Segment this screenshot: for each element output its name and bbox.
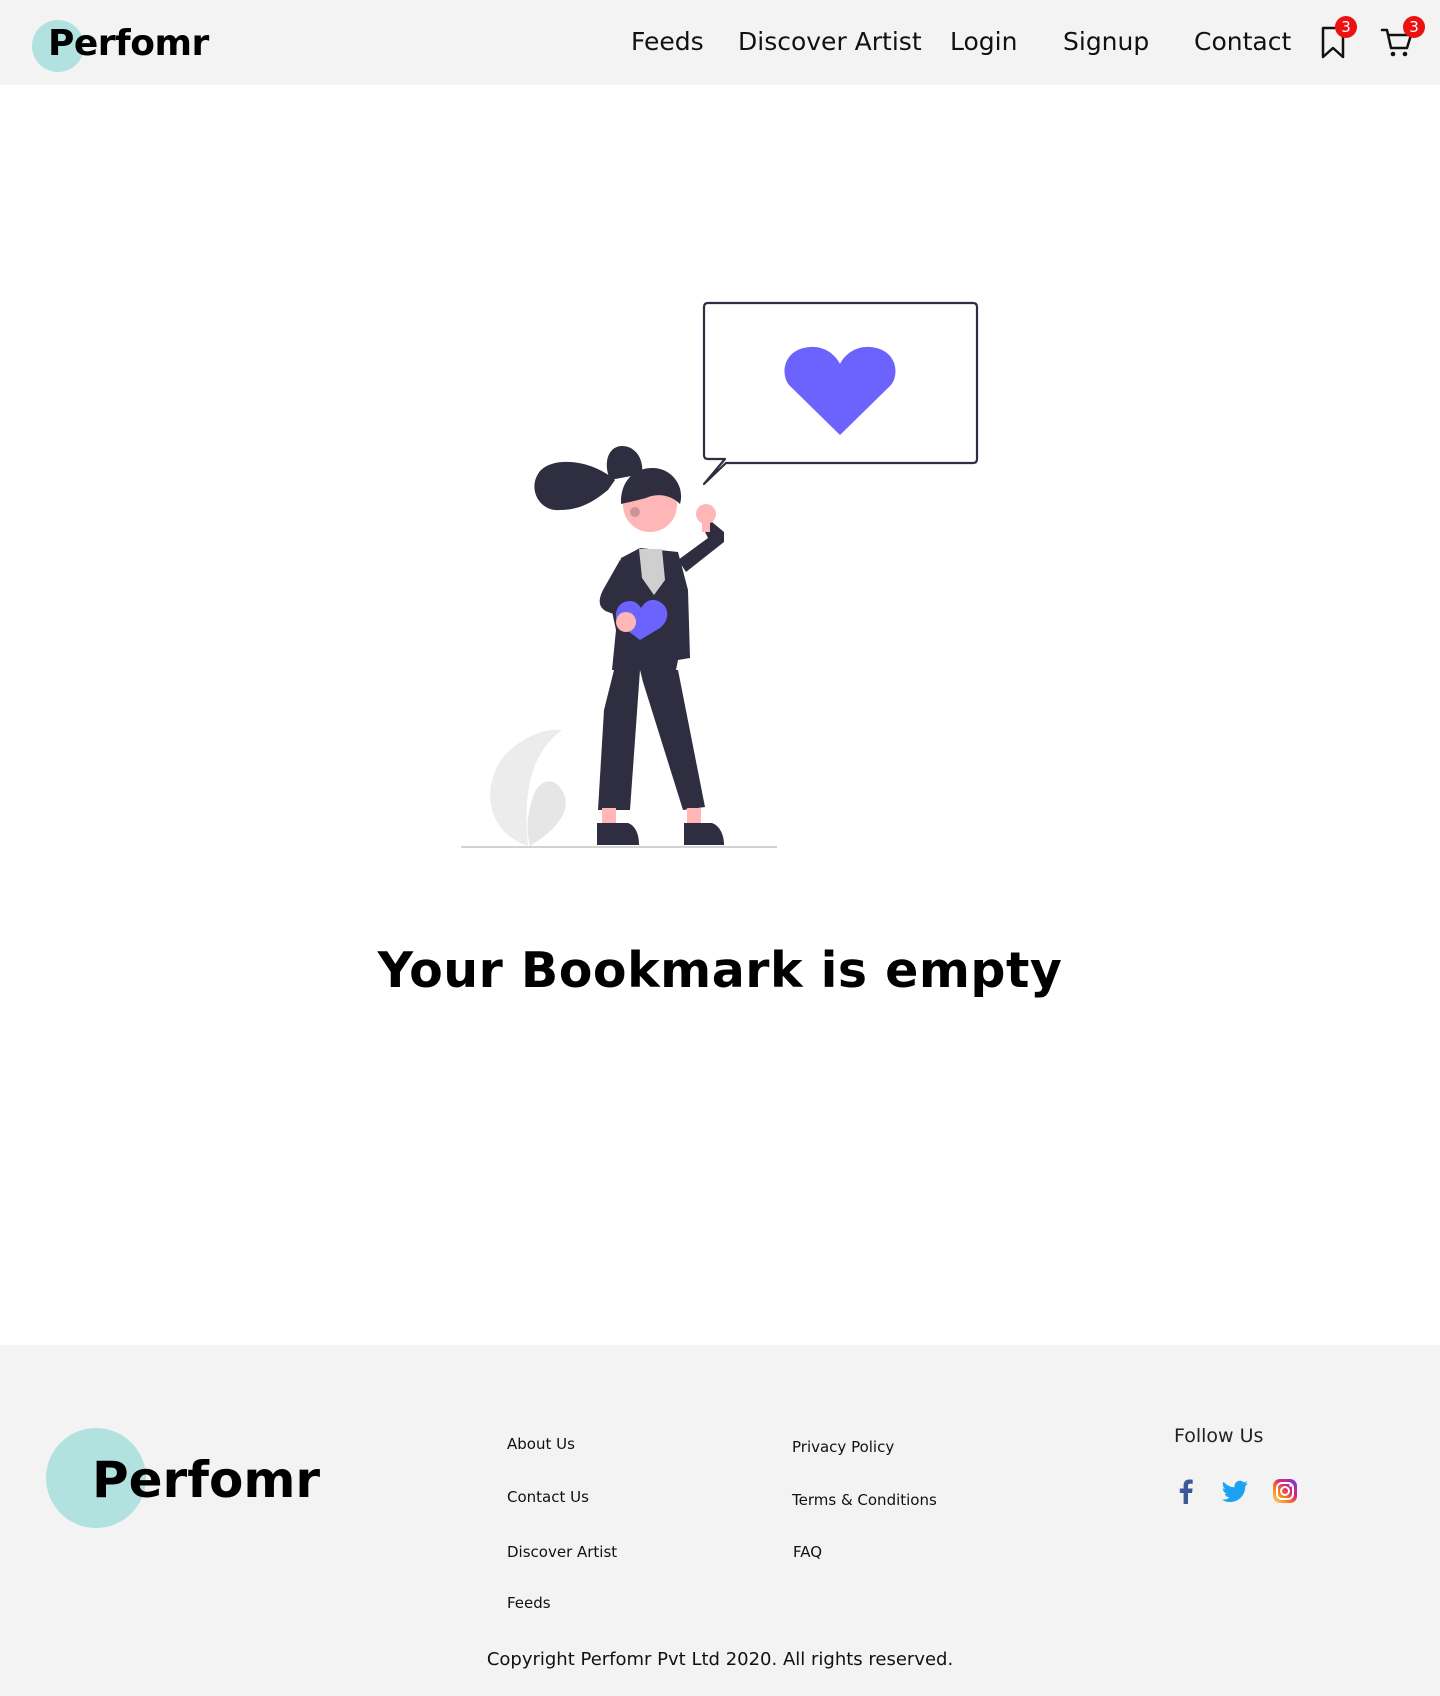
footer-link-contact-us[interactable]: Contact Us: [507, 1487, 589, 1507]
nav-signup[interactable]: Signup: [1063, 24, 1149, 60]
footer-brand-name: Perfomr: [92, 1451, 321, 1509]
nav-discover-artist[interactable]: Discover Artist: [738, 24, 922, 60]
footer-link-privacy-policy[interactable]: Privacy Policy: [792, 1437, 894, 1457]
empty-bookmark-message: Your Bookmark is empty: [377, 941, 1063, 999]
plant-leaf: [527, 781, 566, 846]
footer-link-terms-conditions[interactable]: Terms & Conditions: [792, 1490, 937, 1510]
facebook-icon[interactable]: [1171, 1476, 1201, 1506]
brand-name: Perfomr: [48, 23, 209, 64]
cart-button[interactable]: 3: [1380, 16, 1425, 62]
twitter-icon[interactable]: [1220, 1476, 1250, 1506]
footer-link-faq[interactable]: FAQ: [793, 1542, 822, 1562]
nav-feeds[interactable]: Feeds: [631, 24, 704, 60]
nav-login[interactable]: Login: [950, 24, 1017, 60]
nav-contact[interactable]: Contact: [1194, 24, 1291, 60]
footer-link-feeds[interactable]: Feeds: [507, 1593, 551, 1613]
footer-brand-logo[interactable]: Perfomr: [46, 1428, 326, 1530]
footer: Perfomr About Us Contact Us Discover Art…: [0, 1345, 1440, 1696]
empty-bookmark-illustration: [461, 301, 979, 848]
brand-logo[interactable]: Perfomr: [32, 20, 232, 72]
instagram-icon[interactable]: [1270, 1476, 1300, 1506]
bookmark-button[interactable]: 3: [1318, 16, 1358, 62]
footer-link-discover-artist[interactable]: Discover Artist: [507, 1542, 617, 1562]
bookmark-count-badge: 3: [1335, 16, 1357, 38]
follow-us-title: Follow Us: [1174, 1425, 1264, 1447]
copyright-text: Copyright Perfomr Pvt Ltd 2020. All righ…: [486, 1649, 954, 1670]
top-navbar: Perfomr Feeds Discover Artist Login Sign…: [0, 0, 1440, 85]
cart-count-badge: 3: [1403, 16, 1425, 38]
footer-link-about-us[interactable]: About Us: [507, 1434, 575, 1454]
